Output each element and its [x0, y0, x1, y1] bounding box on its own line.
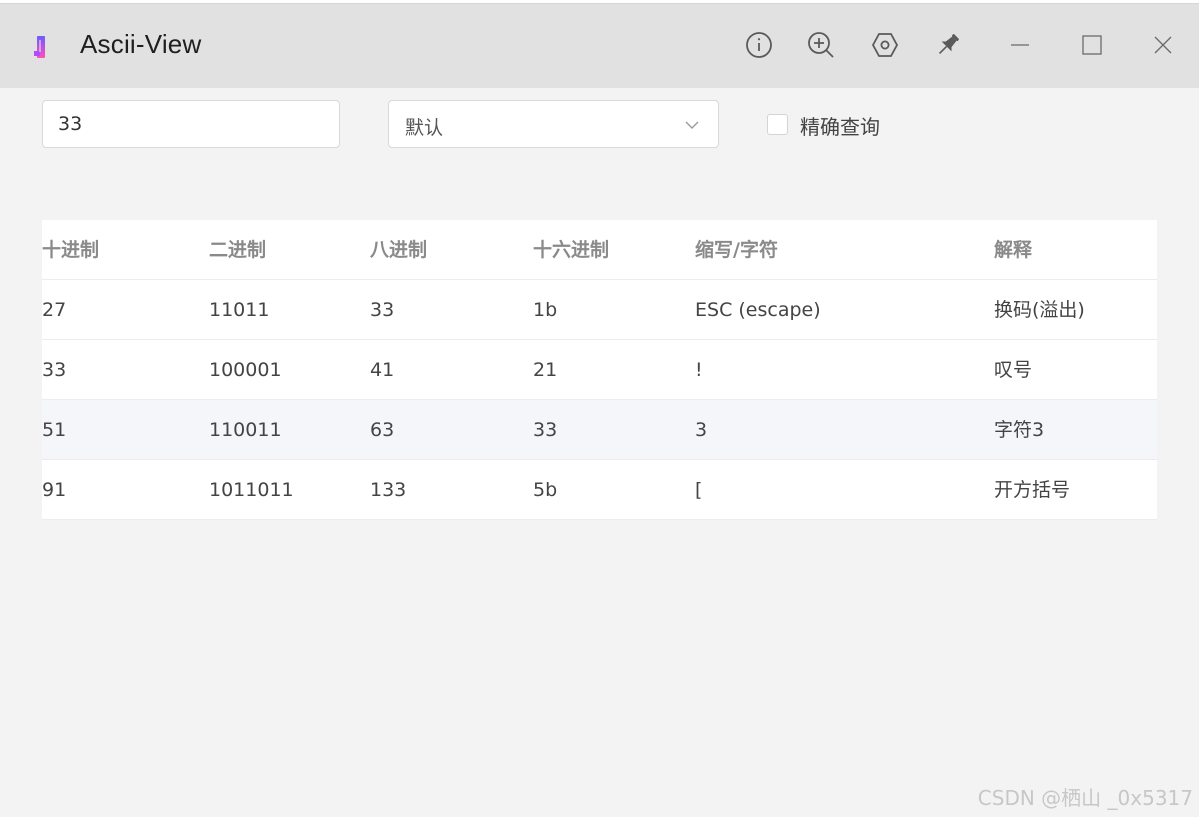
minimize-button[interactable]: [1003, 28, 1037, 62]
cell-hex: 33: [533, 419, 558, 441]
cell-decimal: 33: [42, 359, 67, 381]
maximize-button[interactable]: [1075, 28, 1109, 62]
cell-octal: 133: [370, 479, 407, 501]
info-icon: [746, 32, 772, 58]
table-row[interactable]: 27 11011 33 1b ESC (escape) 换码(溢出): [42, 280, 1157, 340]
zoom-button[interactable]: [804, 28, 838, 62]
cell-octal: 41: [370, 359, 395, 381]
close-button[interactable]: [1146, 28, 1180, 62]
table-row[interactable]: 33 100001 41 21 ! 叹号: [42, 340, 1157, 400]
cell-decimal: 91: [42, 479, 67, 501]
app-title: Ascii-View: [80, 29, 202, 59]
cell-octal: 33: [370, 299, 395, 321]
app-logo-icon: [34, 36, 45, 58]
cell-octal: 63: [370, 419, 395, 441]
header-octal[interactable]: 八进制: [370, 220, 427, 280]
mode-select[interactable]: 默认: [388, 100, 719, 148]
table-row[interactable]: 91 1011011 133 5b [ 开方括号: [42, 460, 1157, 520]
title-bar[interactable]: Ascii-View: [0, 4, 1199, 88]
cell-decimal: 51: [42, 419, 67, 441]
exact-search-checkbox[interactable]: [767, 114, 788, 135]
cell-desc: 叹号: [994, 359, 1033, 381]
cell-binary: 11011: [209, 299, 270, 321]
ascii-table: 十进制 二进制 八进制 十六进制 缩写/字符 解释 27 11011 33 1b…: [42, 220, 1157, 520]
mode-select-value: 默认: [405, 117, 444, 139]
cell-decimal: 27: [42, 299, 67, 321]
cell-hex: 1b: [533, 299, 558, 321]
zoom-in-icon: [808, 32, 834, 58]
cell-char: !: [695, 359, 703, 381]
settings-button[interactable]: [868, 28, 902, 62]
exact-search-label[interactable]: 精确查询: [800, 111, 880, 140]
header-decimal[interactable]: 十进制: [42, 220, 99, 280]
header-char[interactable]: 缩写/字符: [695, 220, 778, 280]
cell-char: ESC (escape): [695, 299, 821, 321]
pin-button[interactable]: [931, 28, 965, 62]
pin-icon: [938, 34, 959, 55]
cell-binary: 100001: [209, 359, 282, 381]
cell-char: 3: [695, 419, 708, 441]
cell-hex: 21: [533, 359, 558, 381]
hexagon-settings-icon: [871, 33, 899, 57]
cell-char: [: [695, 479, 703, 501]
close-icon: [1154, 36, 1172, 54]
maximize-icon: [1082, 35, 1102, 55]
cell-binary: 110011: [209, 419, 282, 441]
header-desc[interactable]: 解释: [994, 220, 1032, 280]
cell-desc: 开方括号: [994, 479, 1071, 501]
info-button[interactable]: [742, 28, 776, 62]
cell-binary: 1011011: [209, 479, 294, 501]
cell-desc: 换码(溢出): [994, 299, 1085, 321]
table-header-row: 十进制 二进制 八进制 十六进制 缩写/字符 解释: [42, 220, 1157, 280]
search-input[interactable]: [42, 100, 340, 148]
minimize-icon: [1011, 44, 1029, 46]
header-hex[interactable]: 十六进制: [533, 220, 609, 280]
header-binary[interactable]: 二进制: [209, 220, 266, 280]
chevron-down-icon: [685, 121, 699, 129]
watermark: CSDN @栖山 _0x5317: [977, 786, 1193, 810]
cell-desc: 字符3: [994, 419, 1045, 441]
table-row[interactable]: 51 110011 63 33 3 字符3: [42, 400, 1157, 460]
cell-hex: 5b: [533, 479, 558, 501]
app-window: Ascii-View 33 默认 精确查询 十进制 二进制 八进制 十六进制 缩…: [0, 0, 1199, 817]
